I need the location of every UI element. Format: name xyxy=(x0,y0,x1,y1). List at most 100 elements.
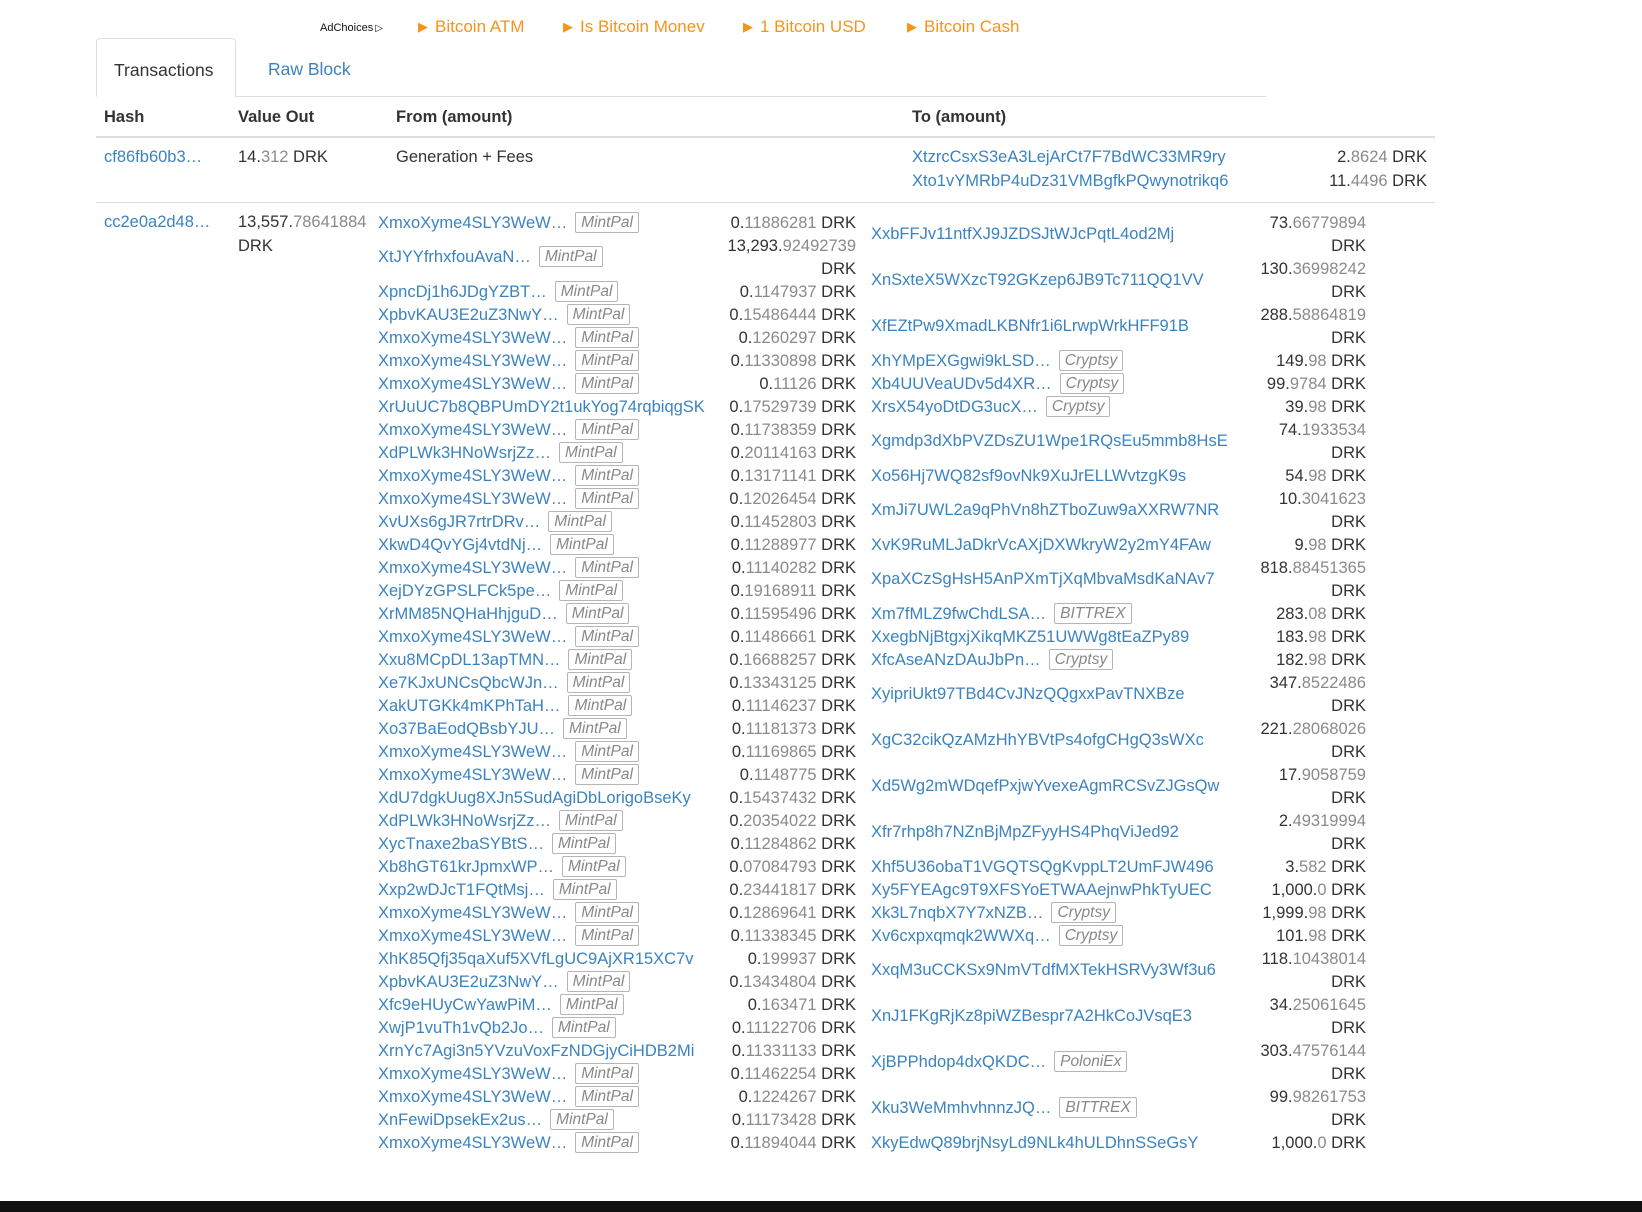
tab-transactions[interactable]: Transactions xyxy=(96,38,236,97)
input-address-link[interactable]: XmxoXyme4SLY3WeW… MintPal xyxy=(378,901,639,925)
input-address-link[interactable]: XmxoXyme4SLY3WeW… MintPal xyxy=(378,487,639,511)
output-address-link[interactable]: XhYMpEXGgwi9kLSD… Cryptsy xyxy=(871,349,1124,373)
output-address-link[interactable]: Xv6cxpxqmqk2WWXq… Cryptsy xyxy=(871,924,1124,948)
output-address-link[interactable]: XjBPPhdop4dxQKDC… PoloniEx xyxy=(871,1050,1128,1074)
output-address-link[interactable]: Xhf5U36obaT1VGQTSQgKvppLT2UmFJW496 xyxy=(871,855,1214,879)
input-address[interactable]: Xe7KJxUNCsQbcWJn… xyxy=(378,674,559,692)
output-address[interactable]: Xy5FYEAgc9T9XFSYoETWAAejnwPhkTyUEC xyxy=(871,881,1212,899)
output-address-link[interactable]: XyipriUkt97TBd4CvJNzQQgxxPavTNXBze xyxy=(871,682,1185,706)
input-address[interactable]: XmxoXyme4SLY3WeW… xyxy=(378,1088,567,1106)
output-address[interactable]: XjBPPhdop4dxQKDC… xyxy=(871,1053,1046,1071)
input-address-link[interactable]: XpncDj1h6JDgYZBT… MintPal xyxy=(378,280,619,304)
input-address[interactable]: XpbvKAU3E2uZ3NwY… xyxy=(378,973,559,991)
output-address[interactable]: XfcAseANzDAuJbPn… xyxy=(871,651,1041,669)
input-address-link[interactable]: XmxoXyme4SLY3WeW… MintPal xyxy=(378,740,639,764)
output-address-link[interactable]: Xy5FYEAgc9T9XFSYoETWAAejnwPhkTyUEC xyxy=(871,878,1212,902)
output-address[interactable]: Xk3L7nqbX7Y7xNZB… xyxy=(871,904,1043,922)
input-address-link[interactable]: XmxoXyme4SLY3WeW… MintPal xyxy=(378,211,639,235)
output-address[interactable]: XpaXCzSgHsH5AnPXmTjXqMbvaMsdKaNAv7 xyxy=(871,570,1215,588)
input-address[interactable]: XmxoXyme4SLY3WeW… xyxy=(378,904,567,922)
output-address-link[interactable]: Xfr7rhp8h7NZnBjMpZFyyHS4PhqViJed92 xyxy=(871,820,1179,844)
input-address-link[interactable]: Xxp2wDJcT1FQtMsj… MintPal xyxy=(378,878,617,902)
output-address-link[interactable]: XfcAseANzDAuJbPn… Cryptsy xyxy=(871,648,1114,672)
ad-link-1-bitcoin-usd[interactable]: ▶ 1 Bitcoin USD xyxy=(743,17,866,37)
input-address-link[interactable]: XejDYzGPSLFCk5pe… MintPal xyxy=(378,579,624,603)
input-address[interactable]: XmxoXyme4SLY3WeW… xyxy=(378,375,567,393)
output-address[interactable]: Xb4UUVeaUDv5d4XR… xyxy=(871,375,1052,393)
output-address[interactable]: XgC32cikQzAMzHhYBVtPs4ofgCHgQ3sWXc xyxy=(871,731,1204,749)
input-address[interactable]: Xo37BaEodQBsbYJU… xyxy=(378,720,555,738)
output-address[interactable]: XfEZtPw9XmadLKBNfr1i6LrwpWrkHFF91B xyxy=(871,317,1189,335)
input-address-link[interactable]: XtJYYfrhxfouAvaN… MintPal xyxy=(378,245,603,269)
input-address[interactable]: XmxoXyme4SLY3WeW… xyxy=(378,490,567,508)
output-address-link[interactable]: Xb4UUVeaUDv5d4XR… Cryptsy xyxy=(871,372,1125,396)
tx-hash-link[interactable]: cc2e0a2d48… xyxy=(104,213,210,232)
input-address-link[interactable]: XmxoXyme4SLY3WeW… MintPal xyxy=(378,372,639,396)
input-address-link[interactable]: Xo37BaEodQBsbYJU… MintPal xyxy=(378,717,627,741)
input-address-link[interactable]: XpbvKAU3E2uZ3NwY… MintPal xyxy=(378,970,631,994)
output-address-link[interactable]: XpaXCzSgHsH5AnPXmTjXqMbvaMsdKaNAv7 xyxy=(871,567,1215,591)
ad-link-bitcoin-atm[interactable]: ▶ Bitcoin ATM xyxy=(418,17,524,37)
output-address[interactable]: XxbFFJv11ntfXJ9JZDSJtWJcPqtL4od2Mj xyxy=(871,225,1174,243)
input-address[interactable]: XmxoXyme4SLY3WeW… xyxy=(378,927,567,945)
tab-raw-block[interactable]: Raw Block xyxy=(251,38,368,96)
output-address-link[interactable]: XnSxteX5WXzcT92GKzep6JB9Tc711QQ1VV xyxy=(871,268,1204,292)
output-address[interactable]: Xv6cxpxqmqk2WWXq… xyxy=(871,927,1051,945)
input-address-link[interactable]: XmxoXyme4SLY3WeW… MintPal xyxy=(378,1062,639,1086)
input-address[interactable]: XpbvKAU3E2uZ3NwY… xyxy=(378,306,559,324)
input-address[interactable]: XdPLWk3HNoWsrjZz… xyxy=(378,812,551,830)
input-address-link[interactable]: XakUTGKk4mKPhTaH… MintPal xyxy=(378,694,633,718)
input-address-link[interactable]: Xb8hGT61krJpmxWP… MintPal xyxy=(378,855,626,879)
output-address[interactable]: Xo56Hj7WQ82sf9ovNk9XuJrELLWvtzgK9s xyxy=(871,467,1186,485)
input-address[interactable]: XpncDj1h6JDgYZBT… xyxy=(378,283,547,301)
input-address-link[interactable]: XvUXs6gJR7rtrDRv… MintPal xyxy=(378,510,612,534)
input-address[interactable]: XmxoXyme4SLY3WeW… xyxy=(378,766,567,784)
input-address-link[interactable]: XmxoXyme4SLY3WeW… MintPal xyxy=(378,326,639,350)
output-address[interactable]: XnSxteX5WXzcT92GKzep6JB9Tc711QQ1VV xyxy=(871,271,1204,289)
output-address-link[interactable]: XvK9RuMLJaDkrVcAXjDXWkryW2y2mY4FAw xyxy=(871,533,1211,557)
output-address[interactable]: XyipriUkt97TBd4CvJNzQQgxxPavTNXBze xyxy=(871,685,1185,703)
input-address-link[interactable]: XmxoXyme4SLY3WeW… MintPal xyxy=(378,924,639,948)
input-address[interactable]: XdPLWk3HNoWsrjZz… xyxy=(378,444,551,462)
input-address-link[interactable]: Xfc9eHUyCwYawPiM… MintPal xyxy=(378,993,624,1017)
input-address-link[interactable]: XmxoXyme4SLY3WeW… MintPal xyxy=(378,763,639,787)
output-address-link[interactable]: Xto1vYMRbP4uDz31VMBgfkPQwynotrikq6 xyxy=(912,172,1228,191)
input-address-link[interactable]: XdPLWk3HNoWsrjZz… MintPal xyxy=(378,441,623,465)
input-address[interactable]: XkwD4QvYGj4vtdNj… xyxy=(378,536,542,554)
input-address[interactable]: XmxoXyme4SLY3WeW… xyxy=(378,352,567,370)
output-address[interactable]: Xgmdp3dXbPVZDsZU1Wpe1RQsEu5mmb8HsE xyxy=(871,432,1228,450)
input-address[interactable]: XmxoXyme4SLY3WeW… xyxy=(378,421,567,439)
input-address[interactable]: Xxp2wDJcT1FQtMsj… xyxy=(378,881,545,899)
input-address-link[interactable]: XdPLWk3HNoWsrjZz… MintPal xyxy=(378,809,623,833)
output-address-link[interactable]: Xo56Hj7WQ82sf9ovNk9XuJrELLWvtzgK9s xyxy=(871,464,1186,488)
output-address[interactable]: Xm7fMLZ9fwChdLSA… xyxy=(871,605,1046,623)
ad-link-bitcoin-cash[interactable]: ▶ Bitcoin Cash xyxy=(907,17,1019,37)
output-address-link[interactable]: Xd5Wg2mWDqefPxjwYvexeAgmRCSvZJGsQw xyxy=(871,774,1219,798)
output-address[interactable]: Xfr7rhp8h7NZnBjMpZFyyHS4PhqViJed92 xyxy=(871,823,1179,841)
output-address-link[interactable]: XnJ1FKgRjKz8piWZBespr7A2HkCoJVsqE3 xyxy=(871,1004,1192,1028)
input-address[interactable]: Xxu8MCpDL13apTMN… xyxy=(378,651,560,669)
input-address[interactable]: XmxoXyme4SLY3WeW… xyxy=(378,559,567,577)
input-address[interactable]: XycTnaxe2baSYBtS… xyxy=(378,835,544,853)
input-address[interactable]: XmxoXyme4SLY3WeW… xyxy=(378,628,567,646)
output-address[interactable]: XrsX54yoDtDG3ucX… xyxy=(871,398,1038,416)
input-address-link[interactable]: XkwD4QvYGj4vtdNj… MintPal xyxy=(378,533,614,557)
input-address-link[interactable]: Xxu8MCpDL13apTMN… MintPal xyxy=(378,648,633,672)
output-address-link[interactable]: XkyEdwQ89brjNsyLd9NLk4hULDhnSSeGsY xyxy=(871,1131,1198,1155)
input-address[interactable]: XmxoXyme4SLY3WeW… xyxy=(378,1134,567,1152)
input-address-link[interactable]: XwjP1vuTh1vQb2Jo… MintPal xyxy=(378,1016,616,1040)
output-address-link[interactable]: XrsX54yoDtDG3ucX… Cryptsy xyxy=(871,395,1111,419)
output-address-link[interactable]: XfEZtPw9XmadLKBNfr1i6LrwpWrkHFF91B xyxy=(871,314,1189,338)
input-address-link[interactable]: XmxoXyme4SLY3WeW… MintPal xyxy=(378,556,639,580)
output-address-link[interactable]: XtzrcCsxS3eA3LejArCt7F7BdWC33MR9ry xyxy=(912,148,1226,167)
output-address[interactable]: XkyEdwQ89brjNsyLd9NLk4hULDhnSSeGsY xyxy=(871,1134,1198,1152)
input-address[interactable]: XwjP1vuTh1vQb2Jo… xyxy=(378,1019,544,1037)
output-address-link[interactable]: XxegbNjBtgxjXikqMKZ51UWWg8tEaZPy89 xyxy=(871,625,1189,649)
input-address[interactable]: XejDYzGPSLFCk5pe… xyxy=(378,582,551,600)
input-address-link[interactable]: XmxoXyme4SLY3WeW… MintPal xyxy=(378,464,639,488)
input-address-link[interactable]: XmxoXyme4SLY3WeW… MintPal xyxy=(378,625,639,649)
input-address[interactable]: XmxoXyme4SLY3WeW… xyxy=(378,1065,567,1083)
input-address[interactable]: XmxoXyme4SLY3WeW… xyxy=(378,214,567,232)
output-address-link[interactable]: Xgmdp3dXbPVZDsZU1Wpe1RQsEu5mmb8HsE xyxy=(871,429,1228,453)
output-address[interactable]: XmJi7UWL2a9qPhVn8hZTboZuw9aXXRW7NR xyxy=(871,501,1219,519)
